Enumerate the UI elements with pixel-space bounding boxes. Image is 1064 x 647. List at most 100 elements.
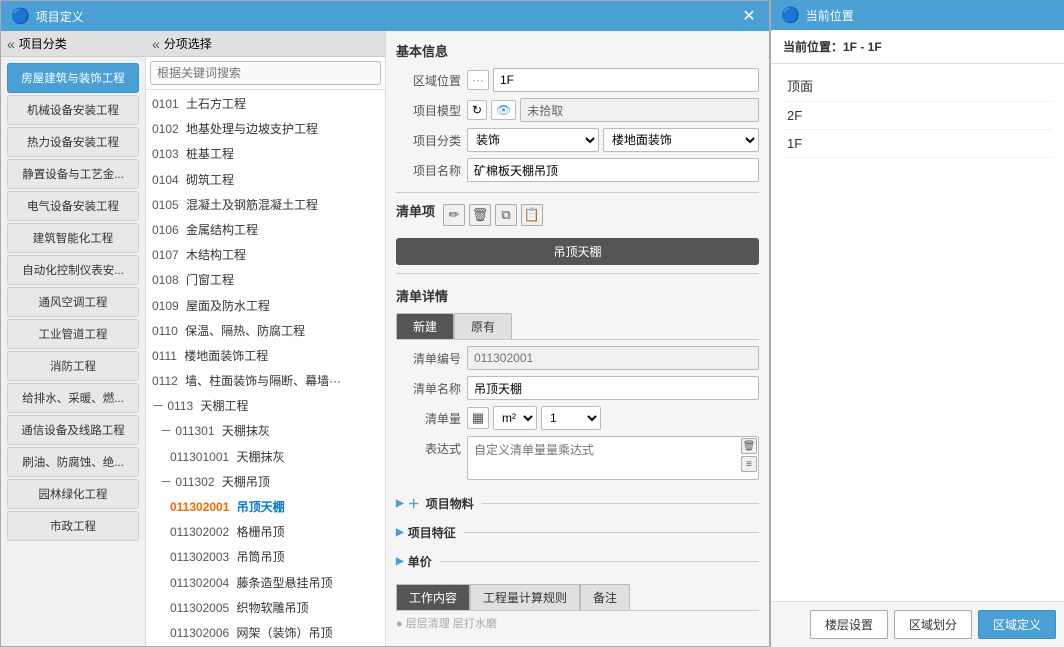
- cat-btn-smart[interactable]: 建筑智能化工程: [7, 223, 139, 253]
- section-material-label: 项目物料: [426, 495, 474, 512]
- tree-item-0107[interactable]: 0107 木结构工程: [146, 243, 385, 268]
- bill-details-tabs: 新建 原有: [396, 313, 759, 340]
- tab-new[interactable]: 新建: [396, 313, 454, 339]
- cat-btn-comm[interactable]: 通信设备及线路工程: [7, 415, 139, 445]
- tree-group-0113[interactable]: － 0113 天棚工程: [146, 394, 385, 419]
- tree-group-011301[interactable]: － 011301 天棚抹灰: [146, 419, 385, 444]
- section-price[interactable]: ▶ 单价: [396, 553, 759, 570]
- section-feature-line: [464, 532, 759, 533]
- cat-btn-fire[interactable]: 消防工程: [7, 351, 139, 381]
- tree-item-011302002[interactable]: 011302002 格栅吊顶: [146, 520, 385, 545]
- paste-icon[interactable]: 📋: [521, 204, 543, 226]
- cat-btn-water[interactable]: 给排水、采暖、燃...: [7, 383, 139, 413]
- project-categories: « 项目分类 房屋建筑与装饰工程 机械设备安装工程 热力设备安装工程 静置设备与…: [1, 31, 146, 646]
- copy-icon[interactable]: ⧉: [495, 204, 517, 226]
- section-material-plus[interactable]: ＋: [408, 495, 420, 512]
- quantity-group: ▦ m² 1: [467, 406, 759, 430]
- quantity-icon1[interactable]: ▦: [467, 407, 489, 429]
- formula-edit-icon[interactable]: ≡: [741, 456, 757, 472]
- quantity-value-select[interactable]: 1: [541, 406, 601, 430]
- tree-item-0102[interactable]: 0102 地基处理与边坡支护工程: [146, 117, 385, 142]
- cat-btn-house[interactable]: 房屋建筑与装饰工程: [7, 63, 139, 93]
- tree-group-011302[interactable]: － 011302 天棚吊顶: [146, 470, 385, 495]
- zone-division-button[interactable]: 区域划分: [894, 610, 972, 639]
- sub-selection: « 分项选择 0101 土石方工程 0102 地基处理与边坡支护工程 0103 …: [146, 31, 386, 646]
- section-price-line: [440, 561, 759, 562]
- bill-code-input: [467, 346, 759, 370]
- zone-definition-button[interactable]: 区域定义: [978, 610, 1056, 639]
- pos-item-2f[interactable]: 2F: [783, 102, 1052, 130]
- cat-btn-heat[interactable]: 热力设备安装工程: [7, 127, 139, 157]
- tree-item-0106[interactable]: 0106 金属结构工程: [146, 218, 385, 243]
- floor-settings-button[interactable]: 楼层设置: [810, 610, 888, 639]
- name-row: 项目名称: [396, 158, 759, 182]
- sub-title: 分项选择: [164, 35, 212, 52]
- bill-name-row: 清单名称: [396, 376, 759, 400]
- cat-btn-civil[interactable]: 市政工程: [7, 511, 139, 541]
- formula-delete-icon[interactable]: 🗑: [741, 438, 757, 454]
- edit-icon[interactable]: ✏: [443, 204, 465, 226]
- search-input[interactable]: [150, 61, 381, 85]
- chevron-left-icon[interactable]: «: [7, 36, 15, 52]
- main-dialog: 🔵 项目定义 ✕ « 项目分类 房屋建筑与装饰工程 机械设备安装工程 热力设备安…: [0, 0, 770, 647]
- bottom-tab-note[interactable]: 备注: [580, 584, 630, 610]
- tree-item-0109[interactable]: 0109 屋面及防水工程: [146, 294, 385, 319]
- pos-header: 🔵 当前位置: [771, 0, 1064, 30]
- eye-icon[interactable]: 👁: [491, 100, 516, 120]
- tree-item-011302005[interactable]: 011302005 织物软雕吊顶: [146, 596, 385, 621]
- tree-item-0111[interactable]: 0111 楼地面装饰工程: [146, 344, 385, 369]
- area-label: 区域位置: [396, 72, 461, 89]
- tree-item-011302006[interactable]: 011302006 网架（装饰）吊顶: [146, 621, 385, 646]
- bill-toolbar: ✏ 🗑 ⧉ 📋: [443, 204, 543, 226]
- bill-name-input[interactable]: [467, 376, 759, 400]
- refresh-icon[interactable]: ↻: [467, 100, 487, 120]
- name-input[interactable]: [467, 158, 759, 182]
- cat-btn-hvac[interactable]: 通风空调工程: [7, 287, 139, 317]
- tree-item-011301001[interactable]: 011301001 天棚抹灰: [146, 445, 385, 470]
- tree-item-0110[interactable]: 0110 保温、隔热、防腐工程: [146, 319, 385, 344]
- cat-btn-elec[interactable]: 电气设备安装工程: [7, 191, 139, 221]
- tree-item-011302004[interactable]: 011302004 藤条造型悬挂吊顶: [146, 571, 385, 596]
- area-input[interactable]: [493, 68, 759, 92]
- cat-btn-paint[interactable]: 刷油、防腐蚀、绝...: [7, 447, 139, 477]
- cat-btn-garden[interactable]: 园林绿化工程: [7, 479, 139, 509]
- tab-existing[interactable]: 原有: [454, 313, 512, 339]
- pos-item-1f[interactable]: 1F: [783, 130, 1052, 158]
- close-icon[interactable]: ✕: [739, 6, 759, 26]
- cat-btn-auto[interactable]: 自动化控制仪表安...: [7, 255, 139, 285]
- bill-section-title: 清单项: [396, 201, 435, 220]
- tree-item-011302003[interactable]: 011302003 吊筒吊顶: [146, 545, 385, 570]
- delete-icon[interactable]: 🗑: [469, 204, 491, 226]
- pos-item-ceiling[interactable]: 顶面: [783, 70, 1052, 102]
- formula-textarea[interactable]: [467, 436, 759, 480]
- bill-button[interactable]: 吊顶天棚: [396, 238, 759, 265]
- class-label: 项目分类: [396, 132, 461, 149]
- area-dots[interactable]: ···: [467, 70, 489, 90]
- tree-item-0112[interactable]: 0112 墙、柱面装饰与隔断、幕墙···: [146, 369, 385, 394]
- class-row: 项目分类 装饰 楼地面装饰: [396, 128, 759, 152]
- cat-btn-static[interactable]: 静置设备与工艺金...: [7, 159, 139, 189]
- tree-item-0108[interactable]: 0108 门窗工程: [146, 268, 385, 293]
- tree-item-0105[interactable]: 0105 混凝土及钢筋混凝土工程: [146, 193, 385, 218]
- cat-btn-pipe[interactable]: 工业管道工程: [7, 319, 139, 349]
- sub-chevron-left-icon[interactable]: «: [152, 36, 160, 52]
- bottom-tab-work[interactable]: 工作内容: [396, 584, 470, 610]
- class1-select[interactable]: 装饰: [467, 128, 599, 152]
- section-material[interactable]: ▶ ＋ 项目物料: [396, 495, 759, 512]
- bottom-tab-calc[interactable]: 工程量计算规则: [470, 584, 580, 610]
- cat-btn-mech[interactable]: 机械设备安装工程: [7, 95, 139, 125]
- quantity-unit-select[interactable]: m²: [493, 406, 537, 430]
- basic-info-title: 基本信息: [396, 41, 759, 60]
- tree-item-011302001[interactable]: 011302001 吊顶天棚: [146, 495, 385, 520]
- class2-select[interactable]: 楼地面装饰: [603, 128, 759, 152]
- basic-info-panel: 基本信息 区域位置 ··· 项目模型 ↻ 👁 项目分类: [386, 31, 769, 646]
- tree-item-0103[interactable]: 0103 桩基工程: [146, 142, 385, 167]
- formula-row: 表达式 🗑 ≡: [396, 436, 759, 483]
- dialog-body: « 项目分类 房屋建筑与装饰工程 机械设备安装工程 热力设备安装工程 静置设备与…: [1, 31, 769, 646]
- quantity-row: 清单量 ▦ m² 1: [396, 406, 759, 430]
- tree-item-0104[interactable]: 0104 砌筑工程: [146, 168, 385, 193]
- section-feature[interactable]: ▶ 项目特征: [396, 524, 759, 541]
- model-label: 项目模型: [396, 102, 461, 119]
- tree-item-0101[interactable]: 0101 土石方工程: [146, 92, 385, 117]
- bottom-tabs: 工作内容 工程量计算规则 备注: [396, 584, 759, 611]
